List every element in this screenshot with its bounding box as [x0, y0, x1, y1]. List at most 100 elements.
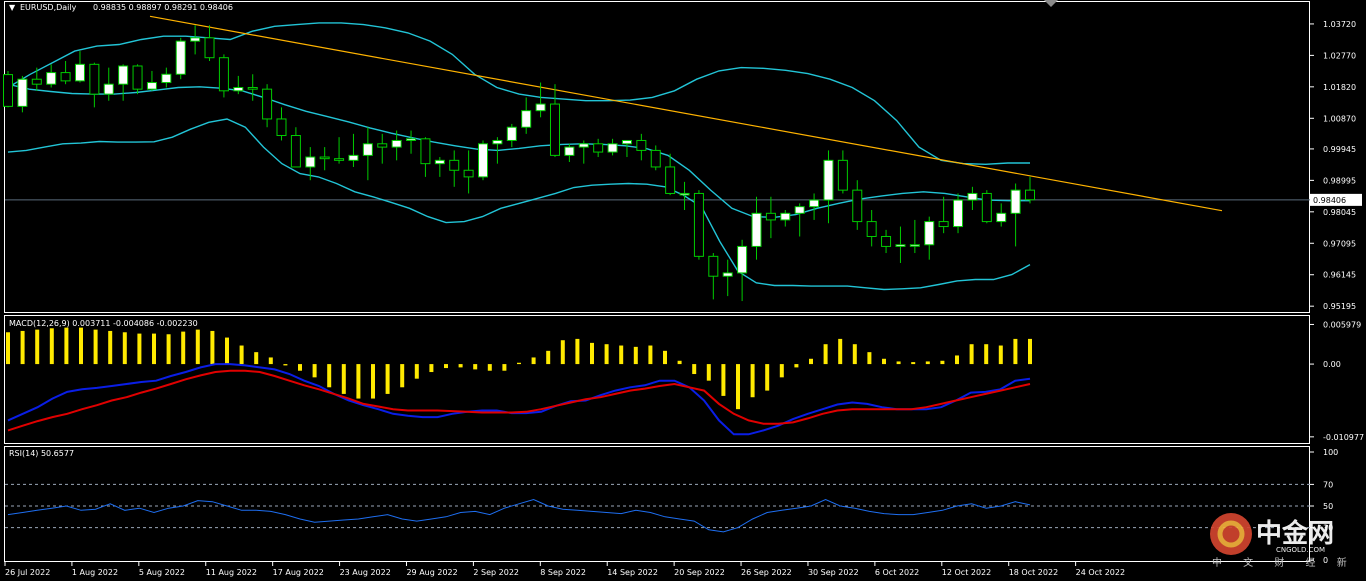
chart-header: ▼ EURUSD,Daily 0.98835 0.98897 0.98291 0…: [9, 3, 233, 12]
macd-histogram-bar: [896, 361, 901, 365]
chart-frame: [4, 1, 1310, 562]
macd-histogram-bar: [867, 352, 872, 365]
time-tick-label: 2 Sep 2022: [473, 568, 519, 577]
macd-histogram-bar: [298, 364, 302, 371]
macd-histogram-bar: [648, 345, 653, 365]
macd-line: [7, 363, 1031, 436]
macd-histogram-bar: [108, 330, 113, 365]
candle-body: [564, 146, 575, 156]
macd-tick-label: 0.005979: [1323, 320, 1361, 329]
time-tick-label: 6 Oct 2022: [875, 568, 919, 577]
candle-body: [132, 65, 143, 90]
candle-body: [204, 37, 215, 59]
rsi-line: [7, 498, 1031, 533]
candle-body: [190, 37, 201, 42]
macd-histogram-bar: [560, 340, 565, 365]
bollinger-middle: [7, 83, 1030, 219]
macd-histogram-bar: [969, 344, 974, 365]
symbol-label: EURUSD,Daily: [20, 3, 77, 12]
macd-histogram-bar: [458, 364, 463, 368]
candle-body: [636, 139, 647, 151]
time-tick-label: 20 Sep 2022: [674, 568, 725, 577]
price-tick-label: 0.99945: [1323, 145, 1356, 154]
candle-body: [521, 110, 532, 128]
time-tick-label: 23 Aug 2022: [340, 568, 391, 577]
chart-root: ▼ EURUSD,Daily 0.98835 0.98897 0.98291 0…: [3, 0, 1366, 577]
time-tick-label: 26 Jul 2022: [5, 568, 50, 577]
candle-body: [852, 189, 863, 223]
macd-histogram-bar: [239, 345, 244, 365]
candle-body: [74, 63, 85, 82]
macd-histogram-bar: [575, 338, 580, 365]
macd-histogram-bar: [502, 364, 507, 371]
candle-body: [1025, 189, 1035, 201]
macd-title: MACD(12,26,9) 0.003711 -0.004086 -0.0022…: [9, 319, 198, 328]
bollinger-lower: [7, 118, 1031, 291]
price-tick-label: 0.98045: [1323, 208, 1356, 217]
candle-body: [938, 221, 949, 228]
macd-histogram-bar: [49, 328, 54, 365]
candle-body: [31, 78, 42, 85]
candle-body: [348, 154, 359, 161]
candle-body: [478, 143, 489, 178]
macd-histogram-bar: [531, 357, 536, 365]
macd-pane-frame: [4, 315, 1310, 444]
macd-tick-label: -0.010977: [1323, 433, 1364, 442]
macd-histogram-bar: [955, 355, 959, 365]
candle-body: [247, 87, 258, 90]
macd-histogram-bar: [692, 364, 697, 375]
cngold-logo-icon: [1210, 513, 1252, 555]
watermark-subtitle: 中 文 财 经 新 媒 体: [1212, 556, 1366, 569]
trendline[interactable]: [149, 15, 1223, 212]
macd-histogram-bar: [750, 364, 755, 398]
candle-body: [89, 63, 100, 95]
candle-body: [794, 206, 805, 214]
time-tick-label: 5 Aug 2022: [139, 568, 185, 577]
candle-body: [46, 72, 57, 85]
macd-histogram-bar: [356, 364, 361, 399]
macd-histogram-bar: [327, 364, 332, 388]
candle-body: [175, 40, 186, 75]
candle-body: [377, 143, 388, 148]
candle-body: [305, 156, 316, 168]
macd-histogram-bar: [706, 364, 711, 381]
price-tick-label: 1.02770: [1323, 51, 1356, 60]
macd-histogram-bar: [779, 364, 784, 378]
macd-histogram-bar: [122, 332, 127, 365]
macd-histogram-bar: [794, 364, 799, 368]
time-tick-label: 18 Oct 2022: [1009, 568, 1058, 577]
candle-body: [996, 212, 1007, 223]
rsi-tick-label: 70: [1323, 480, 1333, 489]
time-tick-label: 30 Sep 2022: [808, 568, 859, 577]
candle-body: [420, 138, 431, 165]
candle-body: [161, 73, 172, 84]
price-tick-label: 0.95195: [1323, 302, 1356, 311]
candle-body: [406, 138, 417, 141]
candle-body: [233, 87, 244, 92]
candle-body: [708, 255, 719, 277]
macd-histogram-bar: [166, 334, 171, 365]
current-price-value: 0.98406: [1313, 196, 1346, 205]
macd-histogram-bar: [254, 352, 259, 365]
candle-body: [549, 103, 560, 156]
scroll-marker-icon[interactable]: [1044, 0, 1058, 7]
rsi-tick-label: 50: [1323, 502, 1333, 511]
macd-histogram-bar: [181, 331, 186, 365]
macd-histogram-bar: [152, 333, 156, 365]
candle-body: [3, 74, 13, 107]
price-tick-label: 0.97095: [1323, 239, 1356, 248]
macd-histogram-bar: [341, 364, 346, 394]
price-tick-label: 1.03720: [1323, 20, 1356, 29]
time-tick-label: 26 Sep 2022: [741, 568, 792, 577]
rsi-title: RSI(14) 50.6577: [9, 449, 74, 458]
price-axis: 1.03720 1.02770 1.01820 1.00870 0.99945 0.989…: [1310, 20, 1356, 311]
price-pane: ▼ EURUSD,Daily 0.98835 0.98897 0.98291 0…: [3, 0, 1362, 311]
header-arrow-icon[interactable]: ▼: [9, 3, 16, 12]
candle-body: [809, 199, 820, 208]
candle-body: [463, 169, 474, 178]
rsi-tick-label: 100: [1323, 448, 1338, 457]
candle-body: [780, 212, 791, 221]
candle-body: [535, 103, 546, 112]
candle-body: [722, 272, 733, 277]
watermark: 中金网 CNGOLD.COM 中 文 财 经 新 媒 体: [1210, 513, 1366, 569]
